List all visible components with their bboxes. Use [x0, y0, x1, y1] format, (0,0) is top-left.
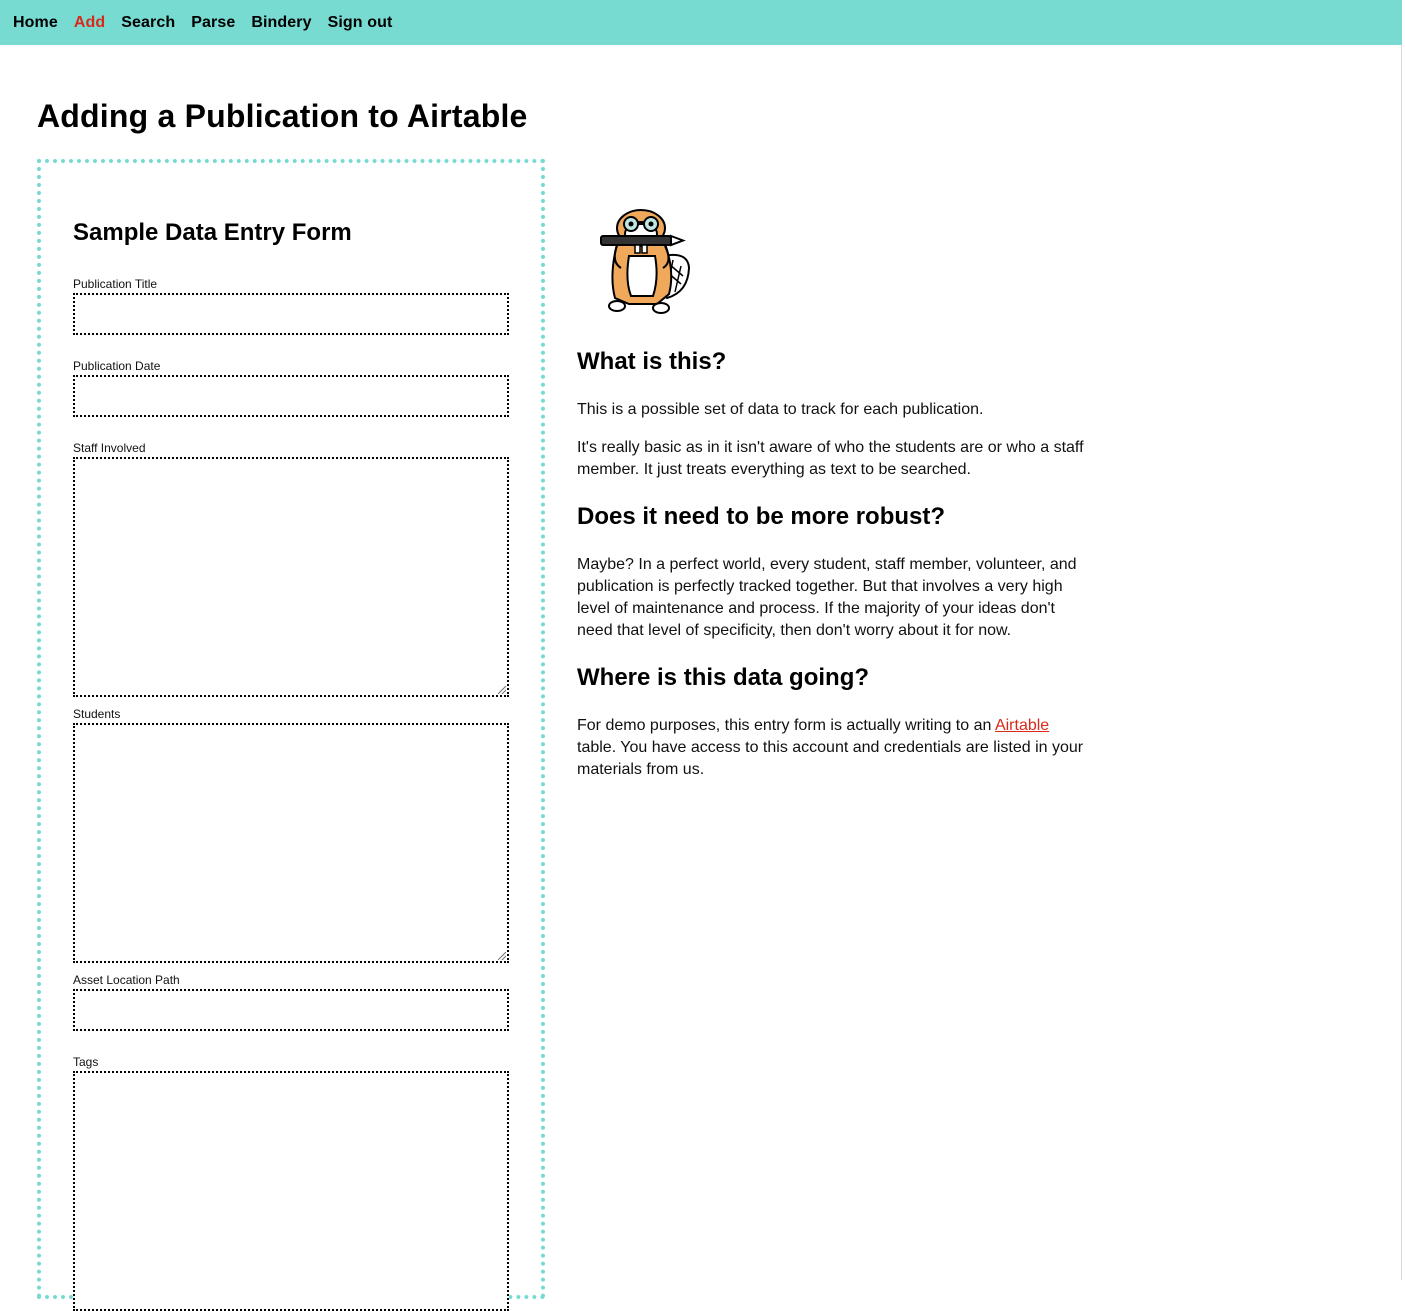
section-heading-more-robust: Does it need to be more robust?	[577, 503, 946, 530]
page-title: Adding a Publication to Airtable	[37, 98, 528, 134]
section-heading-data-going: Where is this data going?	[577, 664, 870, 691]
form-heading: Sample Data Entry Form	[73, 219, 352, 246]
nav-bindery-link[interactable]: Bindery	[251, 14, 311, 32]
page-edge-divider	[1401, 45, 1402, 1280]
students-wrapper	[73, 723, 509, 963]
asset-location-path-label: Asset Location Path	[73, 973, 180, 987]
asset-location-path-input[interactable]	[73, 989, 509, 1031]
section-heading-what-is-this: What is this?	[577, 348, 727, 375]
nav-sign-out-link[interactable]: Sign out	[328, 14, 393, 32]
tags-textarea[interactable]	[73, 1071, 509, 1311]
staff-involved-textarea[interactable]	[73, 457, 509, 697]
top-navbar: Home Add Search Parse Bindery Sign out	[0, 0, 1402, 45]
section-paragraph: It's really basic as in it isn't aware o…	[577, 439, 1084, 478]
publication-title-label: Publication Title	[73, 277, 158, 291]
students-textarea[interactable]	[73, 723, 509, 963]
paragraph-text-before-link: For demo purposes, this entry form is ac…	[577, 717, 995, 734]
nav-search-link[interactable]: Search	[121, 14, 175, 32]
paragraph-text-after-link: table. You have access to this account a…	[577, 739, 1084, 778]
section-paragraph: Maybe? In a perfect world, every student…	[577, 556, 1077, 639]
tags-label: Tags	[73, 1055, 99, 1069]
staff-involved-wrapper	[73, 457, 509, 697]
airtable-link[interactable]: Airtable	[995, 717, 1049, 734]
students-label: Students	[73, 707, 121, 721]
nav-parse-link[interactable]: Parse	[191, 14, 235, 32]
section-paragraph: For demo purposes, this entry form is ac…	[577, 715, 1089, 781]
section-paragraph: This is a possible set of data to track …	[577, 401, 984, 418]
nav-add-link[interactable]: Add	[74, 14, 105, 32]
publication-date-label: Publication Date	[73, 359, 161, 373]
nav-home-link[interactable]: Home	[13, 14, 58, 32]
publication-date-input[interactable]	[73, 375, 509, 417]
publication-title-input[interactable]	[73, 293, 509, 335]
staff-involved-label: Staff Involved	[73, 441, 146, 455]
publication-entry-form: Sample Data Entry Form Publication Title…	[37, 159, 545, 1311]
beaver-mascot-icon	[600, 209, 691, 314]
